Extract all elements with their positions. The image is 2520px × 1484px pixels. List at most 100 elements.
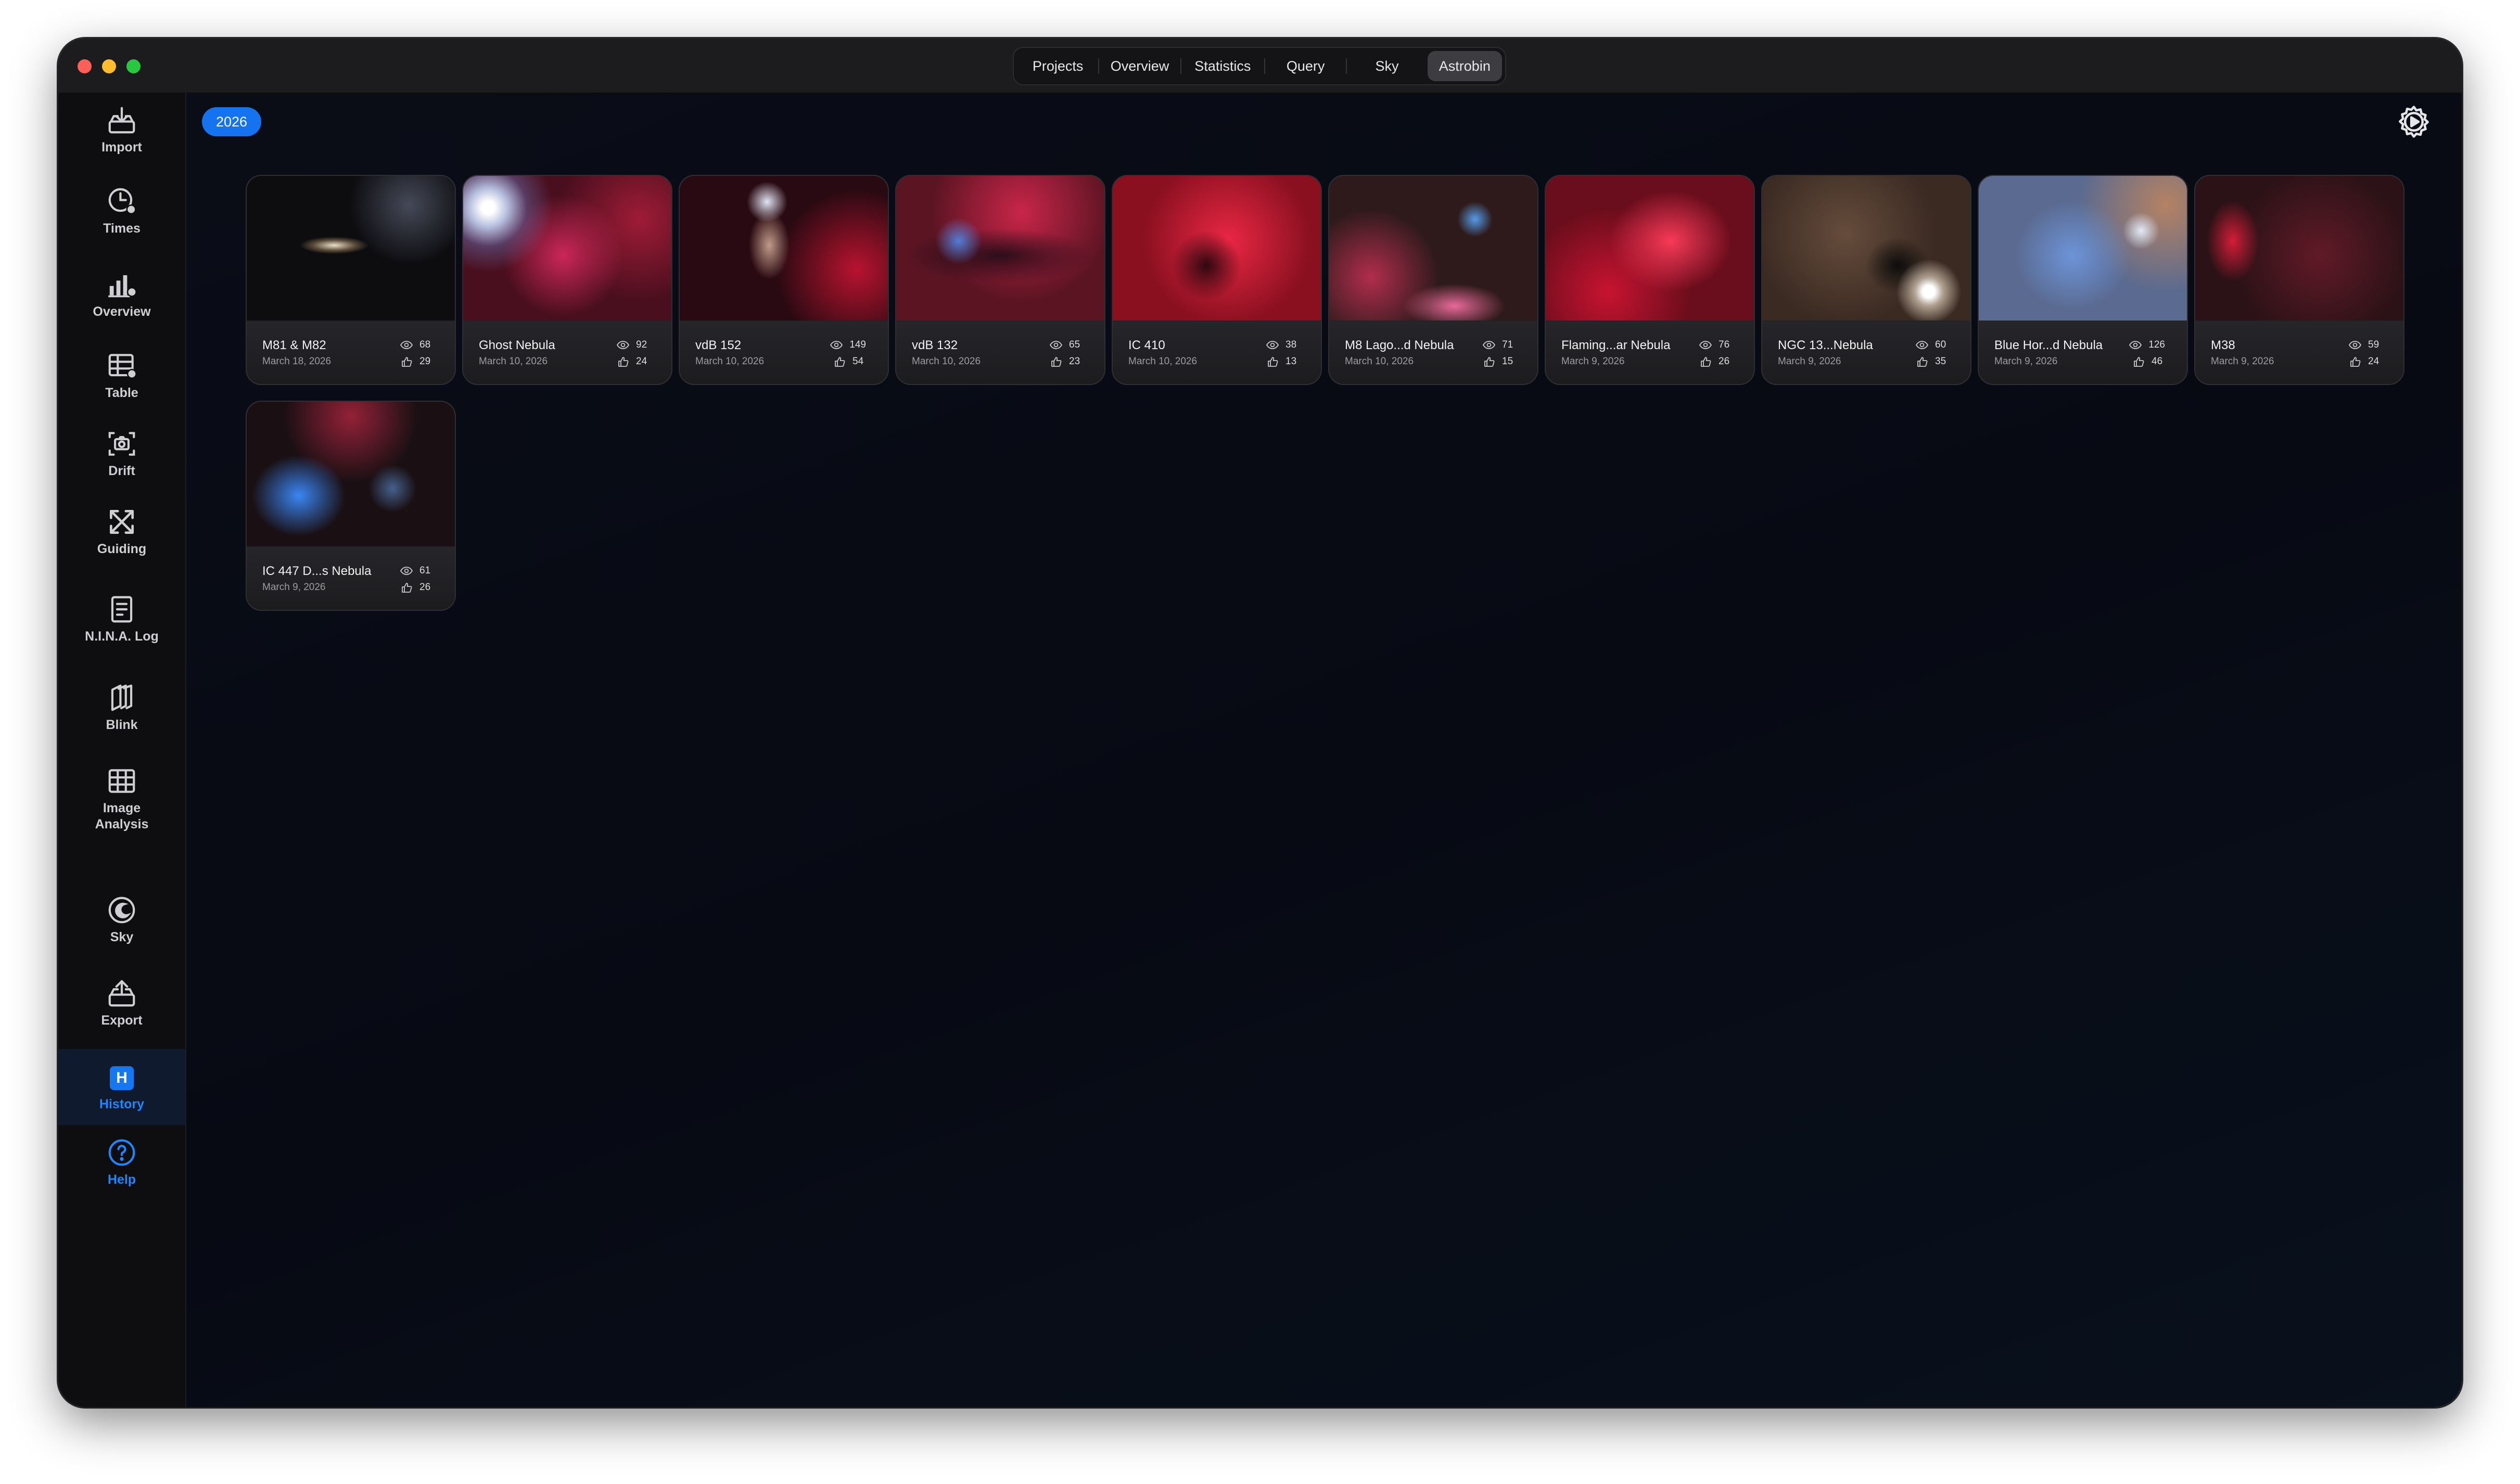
card-title: M38 xyxy=(2211,338,2235,352)
likes-count: 29 xyxy=(419,356,431,367)
grid-icon xyxy=(108,769,135,793)
sidebar-item-import[interactable]: Import xyxy=(58,104,185,156)
eye-icon xyxy=(400,567,413,575)
year-filter-chip[interactable]: 2026 xyxy=(202,107,261,136)
sidebar-item-label: Import xyxy=(101,140,142,155)
views-stat: 149 xyxy=(830,338,866,352)
sidebar-item-history[interactable]: H History xyxy=(58,1049,185,1125)
thumbs-up-icon xyxy=(835,357,845,367)
thumbs-up-icon xyxy=(618,357,629,367)
sidebar-item-table[interactable]: Table xyxy=(58,350,185,401)
likes-stat: 26 xyxy=(1699,355,1732,368)
image-card[interactable]: vdB 132 March 10, 2026 65 23 xyxy=(895,175,1105,385)
tab-overview[interactable]: Overview xyxy=(1098,51,1180,81)
minimize-window-button[interactable] xyxy=(102,59,116,73)
sidebar-item-overview[interactable]: Overview xyxy=(58,268,185,320)
tab-query[interactable]: Query xyxy=(1264,51,1346,81)
views-stat: 68 xyxy=(400,338,433,352)
tab-statistics[interactable]: Statistics xyxy=(1180,51,1265,81)
likes-stat: 13 xyxy=(1266,355,1299,368)
sidebar-item-label: Times xyxy=(103,221,141,236)
image-card[interactable]: NGC 13...Nebula March 9, 2026 60 35 xyxy=(1761,175,1971,385)
views-count: 126 xyxy=(2148,339,2165,350)
sidebar-item-export[interactable]: Export xyxy=(58,977,185,1029)
card-date: March 10, 2026 xyxy=(912,356,981,367)
tab-sky[interactable]: Sky xyxy=(1346,51,1427,81)
astro-image-thumbnail xyxy=(1762,176,1970,321)
sidebar-item-label: Overview xyxy=(93,304,151,319)
views-stat: 60 xyxy=(1915,338,1949,352)
astro-image-thumbnail xyxy=(896,176,1104,321)
eye-icon xyxy=(830,341,843,349)
image-card[interactable]: M38 March 9, 2026 59 24 xyxy=(2194,175,2404,385)
views-stat: 38 xyxy=(1266,338,1299,352)
astro-image-thumbnail xyxy=(247,176,455,321)
card-title: IC 410 xyxy=(1128,338,1165,352)
sidebar-item-label: Drift xyxy=(108,464,135,478)
likes-count: 54 xyxy=(852,356,864,367)
astro-image-thumbnail xyxy=(463,176,671,321)
image-card[interactable]: Blue Hor...d Nebula March 9, 2026 126 46 xyxy=(1978,175,2188,385)
card-date: March 10, 2026 xyxy=(479,356,548,367)
sidebar-item-times[interactable]: Times xyxy=(58,185,185,237)
zoom-window-button[interactable] xyxy=(126,59,141,73)
eye-icon xyxy=(1266,341,1279,349)
image-card[interactable]: vdB 152 March 10, 2026 149 54 xyxy=(679,175,889,385)
sidebar-item-nina-log[interactable]: N.I.N.A. Log xyxy=(58,593,185,645)
views-count: 92 xyxy=(636,339,647,350)
sidebar-item-image-analysis[interactable]: Image Analysis xyxy=(58,765,185,833)
views-count: 68 xyxy=(419,339,431,350)
tab-projects[interactable]: Projects xyxy=(1017,51,1099,81)
astro-image-thumbnail xyxy=(1979,176,2187,321)
views-stat: 76 xyxy=(1699,338,1732,352)
likes-stat: 46 xyxy=(2132,355,2165,368)
guiding-arrows-icon xyxy=(110,510,134,534)
image-card[interactable]: M8 Lago...d Nebula March 10, 2026 71 15 xyxy=(1328,175,1538,385)
card-date: March 10, 2026 xyxy=(695,356,765,367)
camera-drift-icon xyxy=(108,432,135,456)
eye-icon xyxy=(1482,341,1496,349)
tab-astrobin[interactable]: Astrobin xyxy=(1427,51,1503,81)
card-date: March 10, 2026 xyxy=(1128,356,1198,367)
image-card[interactable]: Flaming...ar Nebula March 9, 2026 76 26 xyxy=(1545,175,1755,385)
import-icon xyxy=(108,107,135,134)
sidebar-item-blink[interactable]: Blink xyxy=(58,682,185,733)
sidebar-item-guiding[interactable]: Guiding xyxy=(58,506,185,557)
views-count: 59 xyxy=(2368,339,2379,350)
eye-icon xyxy=(1915,341,1929,349)
card-date: March 18, 2026 xyxy=(262,356,332,367)
views-stat: 126 xyxy=(2129,338,2165,352)
sidebar-item-sky[interactable]: Sky xyxy=(58,894,185,945)
card-info: IC 410 March 10, 2026 38 13 xyxy=(1113,322,1321,384)
thumbs-up-icon xyxy=(402,357,412,367)
card-title: NGC 13...Nebula xyxy=(1778,338,1873,352)
close-window-button[interactable] xyxy=(78,59,92,73)
thumbs-up-icon xyxy=(2134,357,2144,367)
image-card[interactable]: IC 447 D...s Nebula March 9, 2026 61 26 xyxy=(246,401,456,611)
image-card[interactable]: Ghost Nebula March 10, 2026 92 24 xyxy=(462,175,672,385)
card-date: March 10, 2026 xyxy=(1345,356,1414,367)
card-info: NGC 13...Nebula March 9, 2026 60 35 xyxy=(1762,322,1970,384)
card-title: Ghost Nebula xyxy=(479,338,555,352)
card-title: vdB 152 xyxy=(695,338,742,352)
likes-count: 35 xyxy=(1935,356,1946,367)
image-card[interactable]: IC 410 March 10, 2026 38 13 xyxy=(1112,175,1322,385)
views-count: 61 xyxy=(419,565,431,576)
card-info: M38 March 9, 2026 59 24 xyxy=(2195,322,2403,384)
astro-image-thumbnail xyxy=(1329,176,1537,321)
image-card[interactable]: M81 & M82 March 18, 2026 68 29 xyxy=(246,175,456,385)
card-title: Blue Hor...d Nebula xyxy=(1994,338,2103,352)
sidebar-item-label: Image Analysis xyxy=(95,801,149,831)
thumbs-up-icon xyxy=(1917,357,1928,367)
likes-stat: 23 xyxy=(1049,355,1083,368)
card-info: Blue Hor...d Nebula March 9, 2026 126 46 xyxy=(1979,322,2187,384)
thumbs-up-icon xyxy=(1484,357,1495,367)
table-icon xyxy=(108,354,137,379)
card-date: March 9, 2026 xyxy=(1994,356,2058,367)
sidebar-item-help[interactable]: Help xyxy=(58,1136,185,1188)
title-bar: Projects Overview Statistics Query Sky A… xyxy=(58,39,2462,94)
sidebar-item-drift[interactable]: Drift xyxy=(58,428,185,479)
gear-icon[interactable] xyxy=(2395,103,2433,140)
likes-stat: 24 xyxy=(2348,355,2382,368)
bar-chart-icon xyxy=(108,275,137,298)
